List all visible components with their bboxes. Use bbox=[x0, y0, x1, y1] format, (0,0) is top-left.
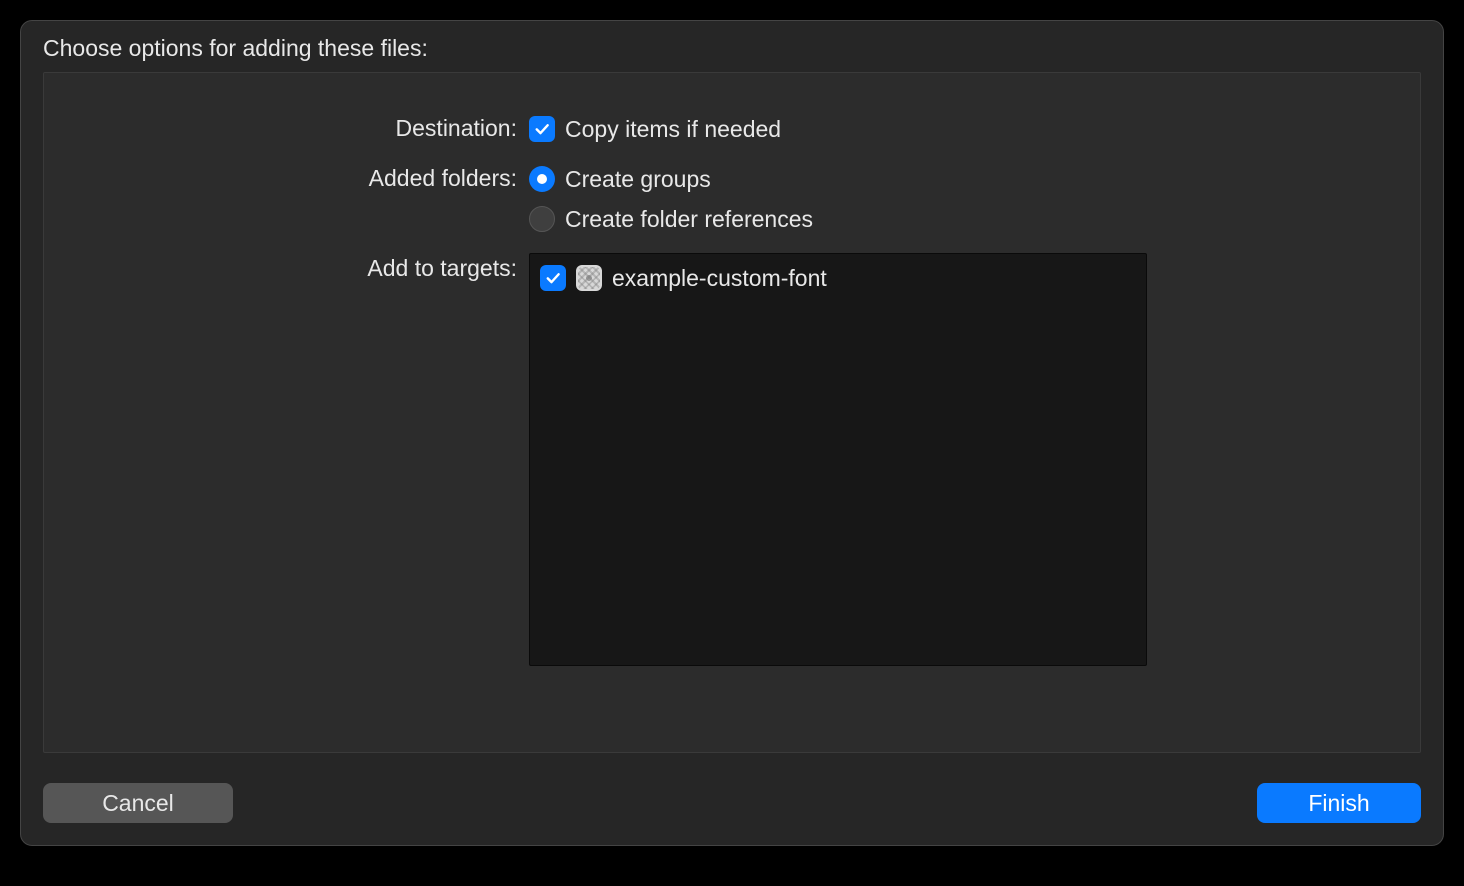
create-folder-refs-option: Create folder references bbox=[529, 203, 813, 235]
create-folder-refs-label: Create folder references bbox=[565, 206, 813, 233]
create-groups-radio[interactable] bbox=[529, 166, 555, 192]
create-folder-refs-radio[interactable] bbox=[529, 206, 555, 232]
check-icon bbox=[533, 120, 551, 138]
destination-label: Destination: bbox=[74, 113, 529, 142]
button-bar: Cancel Finish bbox=[21, 765, 1443, 845]
add-to-targets-row: Add to targets: example-custom-font bbox=[74, 253, 1390, 666]
destination-controls: Copy items if needed bbox=[529, 113, 781, 145]
copy-items-checkbox[interactable] bbox=[529, 116, 555, 142]
added-folders-row: Added folders: Create groups Create fold… bbox=[74, 163, 1390, 235]
target-name: example-custom-font bbox=[612, 265, 827, 292]
create-groups-option: Create groups bbox=[529, 163, 813, 195]
target-checkbox[interactable] bbox=[540, 265, 566, 291]
added-folders-label: Added folders: bbox=[74, 163, 529, 192]
finish-button[interactable]: Finish bbox=[1257, 783, 1421, 823]
target-row[interactable]: example-custom-font bbox=[540, 262, 1136, 294]
targets-list[interactable]: example-custom-font bbox=[529, 253, 1147, 666]
copy-items-option: Copy items if needed bbox=[529, 113, 781, 145]
add-to-targets-label: Add to targets: bbox=[74, 253, 529, 282]
app-placeholder-icon bbox=[576, 265, 602, 291]
add-files-dialog: Choose options for adding these files: D… bbox=[20, 20, 1444, 846]
create-groups-label: Create groups bbox=[565, 166, 711, 193]
copy-items-label: Copy items if needed bbox=[565, 116, 781, 143]
check-icon bbox=[544, 269, 562, 287]
destination-row: Destination: Copy items if needed bbox=[74, 113, 1390, 145]
dialog-title: Choose options for adding these files: bbox=[21, 21, 1443, 72]
options-panel: Destination: Copy items if needed Added … bbox=[43, 72, 1421, 753]
added-folders-controls: Create groups Create folder references bbox=[529, 163, 813, 235]
cancel-button[interactable]: Cancel bbox=[43, 783, 233, 823]
